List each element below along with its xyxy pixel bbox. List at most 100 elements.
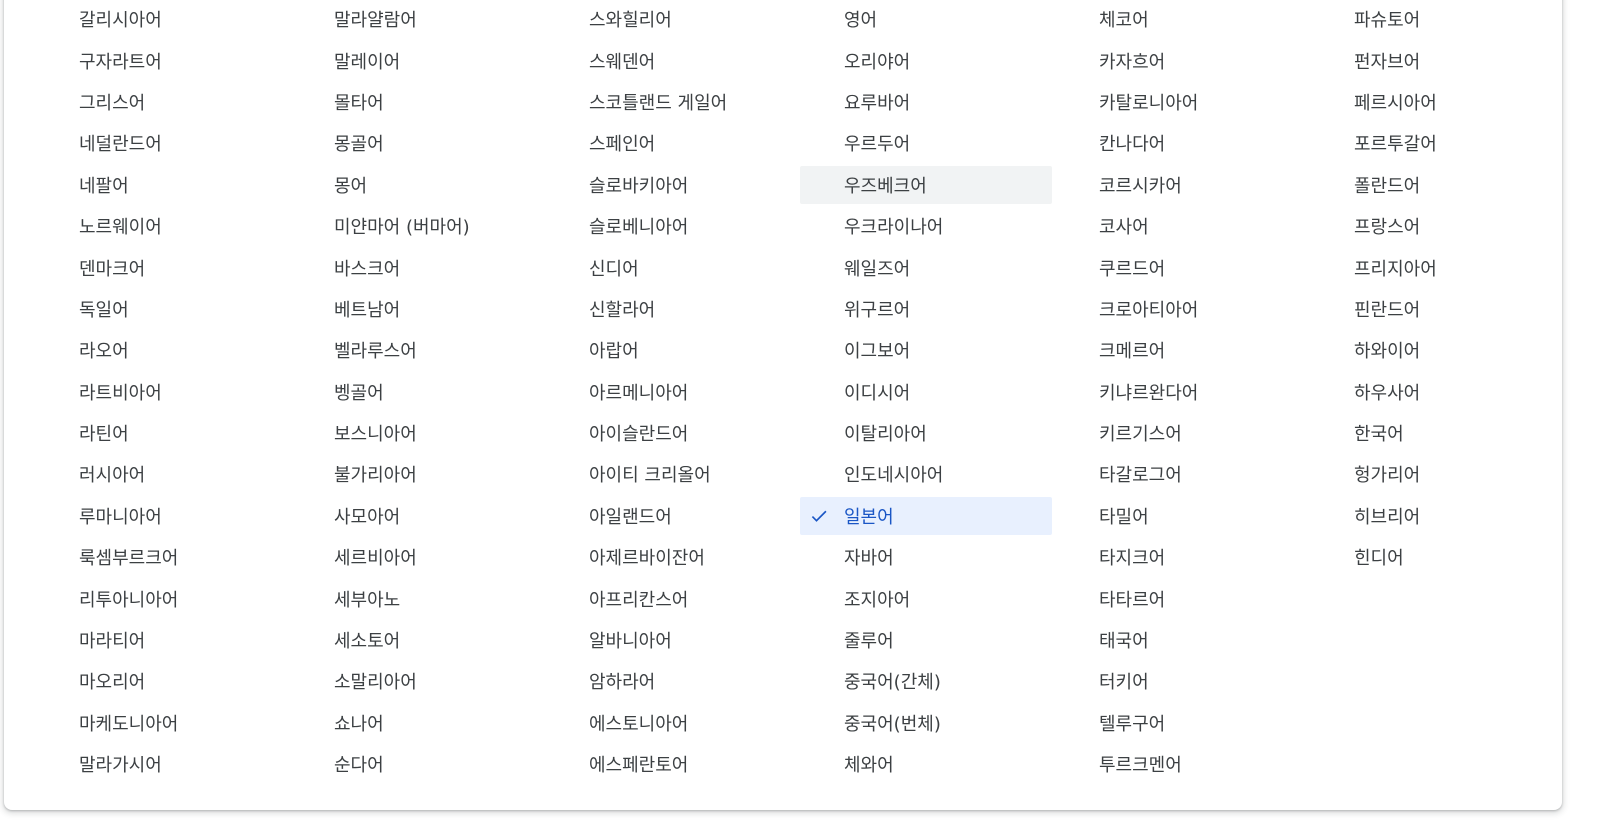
language-option[interactable]: 아랍어 bbox=[545, 331, 797, 369]
language-option[interactable]: 펀자브어 bbox=[1310, 41, 1562, 79]
language-option[interactable]: 키르기스어 bbox=[1055, 414, 1307, 452]
language-option[interactable]: 타갈로그어 bbox=[1055, 455, 1307, 493]
language-option[interactable]: 말라가시어 bbox=[35, 745, 287, 783]
language-option[interactable]: 룩셈부르크어 bbox=[35, 538, 287, 576]
language-option[interactable]: 신할라어 bbox=[545, 290, 797, 328]
language-option[interactable]: 덴마크어 bbox=[35, 248, 287, 286]
language-option[interactable]: 세소토어 bbox=[290, 621, 542, 659]
language-option[interactable]: 보스니아어 bbox=[290, 414, 542, 452]
language-option[interactable]: 불가리아어 bbox=[290, 455, 542, 493]
language-option[interactable]: 이그보어 bbox=[800, 331, 1052, 369]
language-option[interactable]: 요루바어 bbox=[800, 83, 1052, 121]
language-option[interactable]: 우즈베크어 bbox=[800, 165, 1052, 204]
language-option[interactable]: 헝가리어 bbox=[1310, 455, 1562, 493]
language-option[interactable]: 러시아어 bbox=[35, 455, 287, 493]
language-option[interactable]: 영어 bbox=[800, 0, 1052, 38]
language-option[interactable]: 웨일즈어 bbox=[800, 248, 1052, 286]
language-option[interactable]: 마라티어 bbox=[35, 621, 287, 659]
language-option[interactable]: 조지아어 bbox=[800, 579, 1052, 617]
language-option[interactable]: 라틴어 bbox=[35, 414, 287, 452]
language-option[interactable]: 키냐르완다어 bbox=[1055, 373, 1307, 411]
language-option[interactable]: 카자흐어 bbox=[1055, 41, 1307, 79]
language-option[interactable]: 타타르어 bbox=[1055, 579, 1307, 617]
language-option[interactable]: 자바어 bbox=[800, 538, 1052, 576]
language-option[interactable]: 쿠르드어 bbox=[1055, 248, 1307, 286]
language-option[interactable]: 체와어 bbox=[800, 745, 1052, 783]
language-option[interactable]: 사모아어 bbox=[290, 497, 542, 535]
language-option[interactable]: 말라얄람어 bbox=[290, 0, 542, 38]
language-option[interactable]: 슬로베니아어 bbox=[545, 207, 797, 245]
language-option[interactable]: 스와힐리어 bbox=[545, 0, 797, 38]
language-option[interactable]: 위구르어 bbox=[800, 290, 1052, 328]
language-option[interactable]: 에스토니아어 bbox=[545, 704, 797, 742]
language-option[interactable]: 텔루구어 bbox=[1055, 704, 1307, 742]
language-option[interactable]: 암하라어 bbox=[545, 662, 797, 700]
language-option[interactable]: 몽어 bbox=[290, 166, 542, 204]
language-option[interactable]: 순다어 bbox=[290, 745, 542, 783]
language-option[interactable]: 스페인어 bbox=[545, 124, 797, 162]
language-option[interactable]: 마케도니아어 bbox=[35, 704, 287, 742]
language-option[interactable]: 타밀어 bbox=[1055, 497, 1307, 535]
language-option[interactable]: 말레이어 bbox=[290, 41, 542, 79]
language-option[interactable]: 스코틀랜드 게일어 bbox=[545, 83, 797, 121]
language-option[interactable]: 갈리시아어 bbox=[35, 0, 287, 38]
language-option[interactable]: 네덜란드어 bbox=[35, 124, 287, 162]
language-option[interactable]: 알바니아어 bbox=[545, 621, 797, 659]
language-option[interactable]: 터키어 bbox=[1055, 662, 1307, 700]
language-option[interactable]: 폴란드어 bbox=[1310, 166, 1562, 204]
language-option[interactable]: 일본어 bbox=[800, 496, 1052, 536]
language-option[interactable]: 아프리칸스어 bbox=[545, 579, 797, 617]
language-option[interactable]: 한국어 bbox=[1310, 414, 1562, 452]
language-option[interactable]: 코사어 bbox=[1055, 207, 1307, 245]
language-option[interactable]: 핀란드어 bbox=[1310, 290, 1562, 328]
language-option[interactable]: 세르비아어 bbox=[290, 538, 542, 576]
language-option[interactable]: 타지크어 bbox=[1055, 538, 1307, 576]
language-option[interactable]: 몽골어 bbox=[290, 124, 542, 162]
language-option[interactable]: 쇼나어 bbox=[290, 704, 542, 742]
language-option[interactable]: 벵골어 bbox=[290, 373, 542, 411]
language-option[interactable]: 인도네시아어 bbox=[800, 455, 1052, 493]
language-option[interactable]: 포르투갈어 bbox=[1310, 124, 1562, 162]
language-option[interactable]: 페르시아어 bbox=[1310, 83, 1562, 121]
language-option[interactable]: 중국어(간체) bbox=[800, 662, 1052, 700]
language-option[interactable]: 네팔어 bbox=[35, 166, 287, 204]
language-option[interactable]: 아이슬란드어 bbox=[545, 414, 797, 452]
language-option[interactable]: 크로아티아어 bbox=[1055, 290, 1307, 328]
language-option[interactable]: 라트비아어 bbox=[35, 373, 287, 411]
language-option[interactable]: 줄루어 bbox=[800, 621, 1052, 659]
language-option[interactable]: 태국어 bbox=[1055, 621, 1307, 659]
language-option[interactable]: 몰타어 bbox=[290, 83, 542, 121]
language-option[interactable]: 우크라이나어 bbox=[800, 207, 1052, 245]
language-option[interactable]: 벨라루스어 bbox=[290, 331, 542, 369]
language-option[interactable]: 체코어 bbox=[1055, 0, 1307, 38]
language-option[interactable]: 루마니아어 bbox=[35, 497, 287, 535]
language-option[interactable]: 스웨덴어 bbox=[545, 41, 797, 79]
language-option[interactable]: 중국어(번체) bbox=[800, 704, 1052, 742]
language-option[interactable]: 오리야어 bbox=[800, 41, 1052, 79]
language-option[interactable]: 그리스어 bbox=[35, 83, 287, 121]
language-option[interactable]: 마오리어 bbox=[35, 662, 287, 700]
language-option[interactable]: 힌디어 bbox=[1310, 538, 1562, 576]
language-option[interactable]: 라오어 bbox=[35, 331, 287, 369]
language-option[interactable]: 파슈토어 bbox=[1310, 0, 1562, 38]
language-option[interactable]: 하우사어 bbox=[1310, 373, 1562, 411]
language-option[interactable]: 카탈로니아어 bbox=[1055, 83, 1307, 121]
language-option[interactable]: 우르두어 bbox=[800, 124, 1052, 162]
language-option[interactable]: 크메르어 bbox=[1055, 331, 1307, 369]
language-option[interactable]: 하와이어 bbox=[1310, 331, 1562, 369]
language-option[interactable]: 노르웨이어 bbox=[35, 207, 287, 245]
language-option[interactable]: 슬로바키아어 bbox=[545, 166, 797, 204]
language-option[interactable]: 이디시어 bbox=[800, 373, 1052, 411]
language-option[interactable]: 베트남어 bbox=[290, 290, 542, 328]
language-option[interactable]: 이탈리아어 bbox=[800, 414, 1052, 452]
language-option[interactable]: 세부아노 bbox=[290, 579, 542, 617]
language-option[interactable]: 아제르바이잔어 bbox=[545, 538, 797, 576]
language-option[interactable]: 독일어 bbox=[35, 290, 287, 328]
language-option[interactable]: 바스크어 bbox=[290, 248, 542, 286]
language-option[interactable]: 아일랜드어 bbox=[545, 497, 797, 535]
language-option[interactable]: 소말리아어 bbox=[290, 662, 542, 700]
language-option[interactable]: 칸나다어 bbox=[1055, 124, 1307, 162]
language-option[interactable]: 코르시카어 bbox=[1055, 166, 1307, 204]
language-option[interactable]: 신디어 bbox=[545, 248, 797, 286]
language-option[interactable]: 히브리어 bbox=[1310, 497, 1562, 535]
